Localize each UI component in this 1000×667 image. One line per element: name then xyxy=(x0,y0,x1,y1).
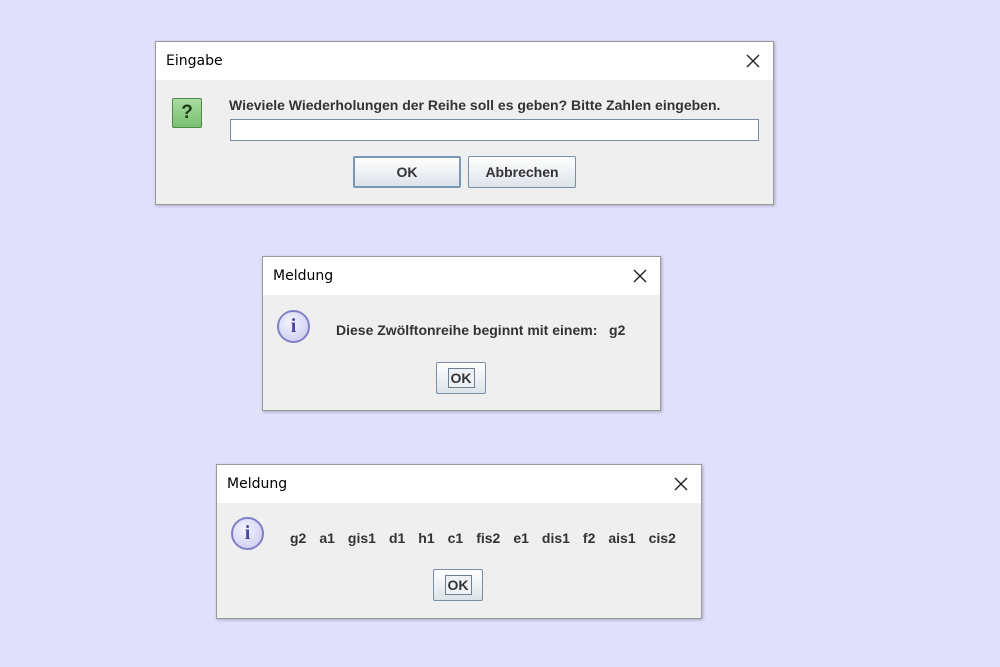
question-icon: ? xyxy=(172,98,202,128)
cancel-button[interactable]: Abbrechen xyxy=(468,156,576,188)
ok-button-label: OK xyxy=(447,368,475,388)
close-icon[interactable] xyxy=(671,474,691,494)
note: dis1 xyxy=(541,530,570,546)
note: e1 xyxy=(513,530,529,546)
start-note-message: Diese Zwölftonreihe beginnt mit einem: g… xyxy=(336,322,626,338)
note: g2 xyxy=(290,530,307,546)
dialog-titlebar[interactable]: Eingabe xyxy=(156,42,773,80)
ok-button[interactable]: OK xyxy=(353,156,461,188)
dialog-titlebar[interactable]: Meldung xyxy=(217,465,701,503)
note: c1 xyxy=(447,530,464,546)
input-dialog: Eingabe ? Wieviele Wiederholungen der Re… xyxy=(155,41,774,205)
ok-button-label: OK xyxy=(396,164,418,180)
note: gis1 xyxy=(347,530,376,546)
close-icon[interactable] xyxy=(743,51,763,71)
close-icon[interactable] xyxy=(630,266,650,286)
tone-row: g2 a1 gis1 d1 h1 c1 fis2 e1 dis1 f2 ais1 cis2 xyxy=(290,530,676,548)
dialog-title: Meldung xyxy=(227,476,288,492)
ok-button-label: OK xyxy=(444,575,472,595)
ok-button[interactable]: OK xyxy=(436,362,486,394)
note: fis2 xyxy=(476,530,501,546)
info-icon: i xyxy=(277,310,310,343)
ok-button[interactable]: OK xyxy=(433,569,483,601)
note: ais1 xyxy=(608,530,636,546)
input-prompt: Wieviele Wiederholungen der Reihe soll e… xyxy=(229,97,721,113)
note: a1 xyxy=(319,530,335,546)
cancel-button-label: Abbrechen xyxy=(485,164,559,180)
dialog-titlebar[interactable]: Meldung xyxy=(263,257,660,295)
message-dialog-tone-row: Meldung i g2 a1 gis1 d1 h1 c1 fis2 e1 dis1 f2 ais1… xyxy=(216,464,702,619)
dialog-title: Eingabe xyxy=(166,53,223,69)
note: f2 xyxy=(582,530,596,546)
dialog-title: Meldung xyxy=(273,268,334,284)
note: h1 xyxy=(418,530,435,546)
info-icon: i xyxy=(231,517,264,550)
note: d1 xyxy=(388,530,406,546)
note: cis2 xyxy=(648,530,676,546)
repetitions-input[interactable] xyxy=(230,119,759,141)
message-dialog-start-note: Meldung i Diese Zwölftonreihe beginnt mi… xyxy=(262,256,661,411)
